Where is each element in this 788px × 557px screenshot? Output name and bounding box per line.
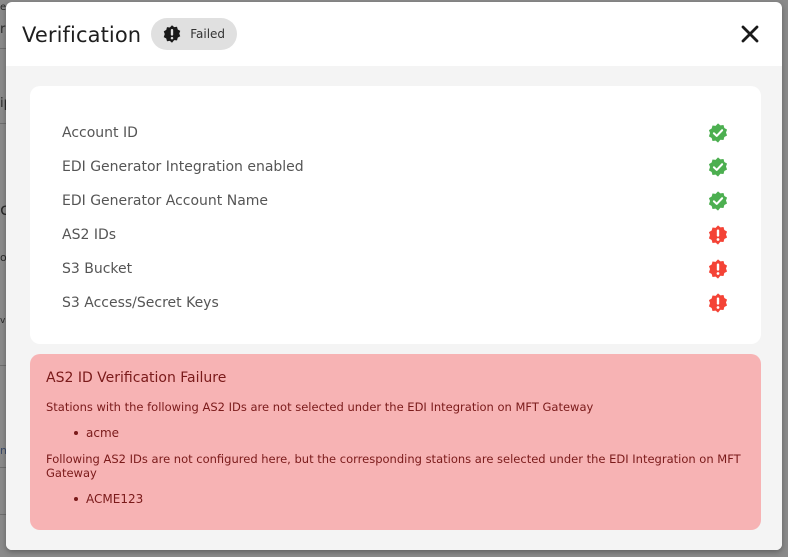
exclamation-badge-icon [708, 293, 728, 313]
alert-message: Stations with the following AS2 IDs are … [46, 400, 594, 414]
exclamation-badge-icon [163, 25, 181, 43]
bullet-icon [74, 431, 78, 435]
unselected-as2-id-list: acme [46, 426, 745, 440]
exclamation-badge-icon [708, 225, 728, 245]
check-badge-icon [708, 157, 728, 177]
as2-id-list-item: acme [74, 426, 745, 440]
as2-id-list-item: ACME123 [74, 492, 745, 506]
check-label: EDI Generator Integration enabled [62, 159, 304, 175]
status-badge-label: Failed [190, 27, 226, 41]
check-label: EDI Generator Account Name [62, 193, 269, 209]
exclamation-badge-icon [708, 259, 728, 279]
alert-message: Following AS2 IDs are not configured her… [46, 452, 741, 480]
check-row-account-id: Account ID [62, 116, 729, 150]
background-text-fragment: r [0, 22, 6, 37]
as2-id-value: acme [86, 426, 120, 440]
check-badge-icon [708, 123, 728, 143]
verification-modal: Verification Failed Account ID EDI Gener… [6, 2, 782, 550]
close-button[interactable] [738, 22, 762, 46]
bullet-icon [74, 497, 78, 501]
as2-failure-alert: AS2 ID Verification Failure Stations wit… [30, 354, 761, 530]
check-row-edi-account-name: EDI Generator Account Name [62, 184, 729, 218]
check-label: S3 Bucket [62, 261, 133, 277]
check-row-s3-bucket: S3 Bucket [62, 252, 729, 286]
check-label: Account ID [62, 125, 138, 141]
unconfigured-as2-id-list: ACME123 [46, 492, 745, 506]
close-icon [741, 25, 759, 43]
as2-id-value: ACME123 [86, 492, 144, 506]
check-label: S3 Access/Secret Keys [62, 295, 219, 311]
modal-body: Account ID EDI Generator Integration ena… [6, 66, 782, 550]
check-row-s3-keys: S3 Access/Secret Keys [62, 286, 729, 320]
check-row-edi-integration: EDI Generator Integration enabled [62, 150, 729, 184]
status-badge: Failed [151, 18, 238, 50]
check-label: AS2 IDs [62, 227, 117, 243]
modal-header: Verification Failed [6, 2, 782, 66]
modal-title: Verification [22, 23, 142, 47]
check-badge-icon [708, 191, 728, 211]
verification-checklist: Account ID EDI Generator Integration ena… [30, 86, 761, 344]
alert-title: AS2 ID Verification Failure [46, 370, 227, 386]
check-row-as2-ids: AS2 IDs [62, 218, 729, 252]
